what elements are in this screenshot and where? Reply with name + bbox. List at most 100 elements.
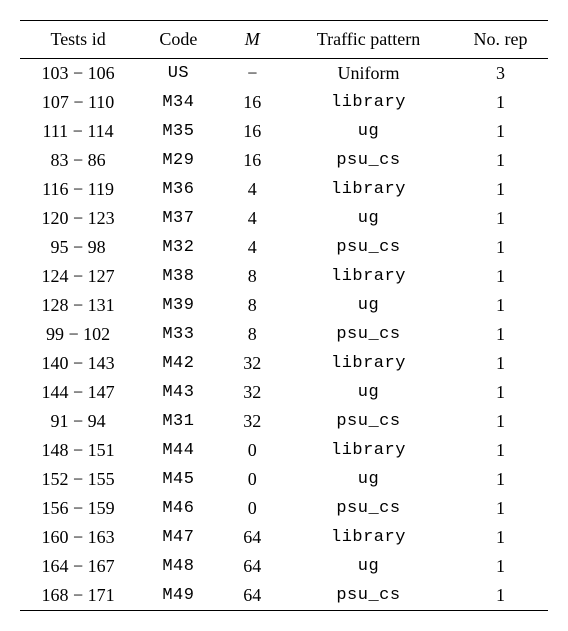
- table-row: 107 − 110M3416library1: [20, 88, 548, 117]
- no-rep-cell: 1: [453, 407, 548, 436]
- code-cell: M44: [136, 436, 220, 465]
- tests-id-cell: 111 − 114: [20, 117, 136, 146]
- table-row: 128 − 131M398ug1: [20, 291, 548, 320]
- m-cell: 8: [221, 320, 284, 349]
- code-cell: M29: [136, 146, 220, 175]
- traffic-pattern-cell: ug: [284, 291, 453, 320]
- tests-id-cell: 99 − 102: [20, 320, 136, 349]
- table-row: 156 − 159M460psu_cs1: [20, 494, 548, 523]
- m-cell: 16: [221, 88, 284, 117]
- tests-id-cell: 116 − 119: [20, 175, 136, 204]
- m-cell: 8: [221, 291, 284, 320]
- no-rep-cell: 1: [453, 349, 548, 378]
- table-row: 120 − 123M374ug1: [20, 204, 548, 233]
- code-cell: M33: [136, 320, 220, 349]
- table-row: 99 − 102M338psu_cs1: [20, 320, 548, 349]
- code-cell: M49: [136, 581, 220, 611]
- traffic-pattern-cell: library: [284, 88, 453, 117]
- traffic-pattern-cell: psu_cs: [284, 320, 453, 349]
- no-rep-cell: 1: [453, 320, 548, 349]
- no-rep-cell: 1: [453, 581, 548, 611]
- tests-id-cell: 148 − 151: [20, 436, 136, 465]
- code-cell: M47: [136, 523, 220, 552]
- traffic-pattern-cell: ug: [284, 204, 453, 233]
- m-cell: 32: [221, 407, 284, 436]
- header-no-rep: No. rep: [453, 21, 548, 59]
- tests-id-cell: 144 − 147: [20, 378, 136, 407]
- m-cell: 64: [221, 581, 284, 611]
- code-cell: M32: [136, 233, 220, 262]
- code-cell: M46: [136, 494, 220, 523]
- test-parameters-table: Tests id Code M Traffic pattern No. rep …: [20, 20, 548, 611]
- code-cell: M38: [136, 262, 220, 291]
- traffic-pattern-cell: library: [284, 349, 453, 378]
- traffic-pattern-cell: psu_cs: [284, 494, 453, 523]
- no-rep-cell: 1: [453, 204, 548, 233]
- no-rep-cell: 1: [453, 552, 548, 581]
- header-traffic-pattern: Traffic pattern: [284, 21, 453, 59]
- m-cell: 32: [221, 349, 284, 378]
- no-rep-cell: 1: [453, 88, 548, 117]
- code-cell: M45: [136, 465, 220, 494]
- tests-id-cell: 124 − 127: [20, 262, 136, 291]
- tests-id-cell: 152 − 155: [20, 465, 136, 494]
- tests-id-cell: 156 − 159: [20, 494, 136, 523]
- traffic-pattern-cell: psu_cs: [284, 581, 453, 611]
- header-code: Code: [136, 21, 220, 59]
- m-cell: 0: [221, 465, 284, 494]
- traffic-pattern-cell: ug: [284, 117, 453, 146]
- no-rep-cell: 1: [453, 117, 548, 146]
- m-cell: 4: [221, 175, 284, 204]
- m-cell: 0: [221, 436, 284, 465]
- traffic-pattern-cell: ug: [284, 378, 453, 407]
- table-row: 148 − 151M440library1: [20, 436, 548, 465]
- tests-id-cell: 83 − 86: [20, 146, 136, 175]
- code-cell: M48: [136, 552, 220, 581]
- traffic-pattern-cell: Uniform: [284, 59, 453, 89]
- traffic-pattern-cell: psu_cs: [284, 146, 453, 175]
- table-row: 168 − 171M4964psu_cs1: [20, 581, 548, 611]
- no-rep-cell: 1: [453, 146, 548, 175]
- m-cell: 32: [221, 378, 284, 407]
- code-cell: M34: [136, 88, 220, 117]
- table-body: 103 − 106US−Uniform3107 − 110M3416librar…: [20, 59, 548, 611]
- tests-id-cell: 107 − 110: [20, 88, 136, 117]
- m-cell: 64: [221, 523, 284, 552]
- no-rep-cell: 1: [453, 523, 548, 552]
- table-row: 164 − 167M4864ug1: [20, 552, 548, 581]
- tests-id-cell: 95 − 98: [20, 233, 136, 262]
- table-row: 103 − 106US−Uniform3: [20, 59, 548, 89]
- no-rep-cell: 1: [453, 378, 548, 407]
- m-cell: 64: [221, 552, 284, 581]
- tests-id-cell: 103 − 106: [20, 59, 136, 89]
- m-cell: 8: [221, 262, 284, 291]
- no-rep-cell: 1: [453, 494, 548, 523]
- code-cell: M39: [136, 291, 220, 320]
- no-rep-cell: 1: [453, 291, 548, 320]
- header-row: Tests id Code M Traffic pattern No. rep: [20, 21, 548, 59]
- no-rep-cell: 1: [453, 465, 548, 494]
- header-tests-id: Tests id: [20, 21, 136, 59]
- code-cell: M42: [136, 349, 220, 378]
- tests-id-cell: 164 − 167: [20, 552, 136, 581]
- data-table: Tests id Code M Traffic pattern No. rep …: [20, 20, 548, 611]
- code-cell: M35: [136, 117, 220, 146]
- traffic-pattern-cell: ug: [284, 465, 453, 494]
- tests-id-cell: 128 − 131: [20, 291, 136, 320]
- traffic-pattern-cell: library: [284, 175, 453, 204]
- code-cell: M43: [136, 378, 220, 407]
- table-row: 140 − 143M4232library1: [20, 349, 548, 378]
- traffic-pattern-cell: library: [284, 262, 453, 291]
- table-row: 91 − 94M3132psu_cs1: [20, 407, 548, 436]
- tests-id-cell: 120 − 123: [20, 204, 136, 233]
- code-cell: M37: [136, 204, 220, 233]
- traffic-pattern-cell: ug: [284, 552, 453, 581]
- tests-id-cell: 140 − 143: [20, 349, 136, 378]
- table-row: 83 − 86M2916psu_cs1: [20, 146, 548, 175]
- m-cell: 16: [221, 117, 284, 146]
- table-row: 160 − 163M4764library1: [20, 523, 548, 552]
- code-cell: US: [136, 59, 220, 89]
- m-cell: 16: [221, 146, 284, 175]
- m-cell: 0: [221, 494, 284, 523]
- table-row: 124 − 127M388library1: [20, 262, 548, 291]
